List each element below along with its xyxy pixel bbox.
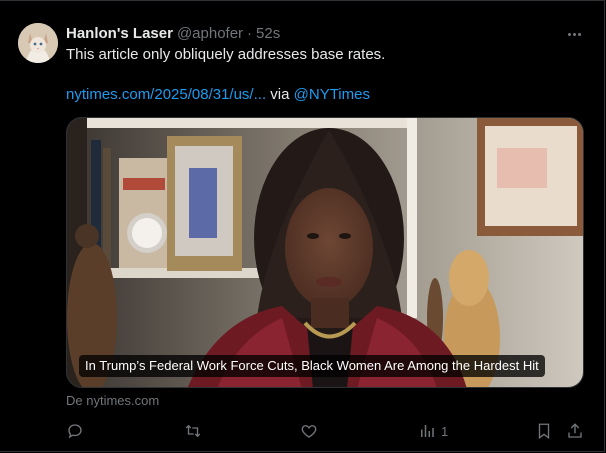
bookmark-icon	[538, 423, 550, 440]
tweet-container[interactable]: Hanlon's Laser @aphofer · 52s This artic…	[0, 0, 605, 452]
author-handle[interactable]: @aphofer	[177, 25, 243, 42]
views-count: 1	[441, 423, 449, 439]
like-button[interactable]	[300, 419, 318, 443]
tweet-link-line: nytimes.com/2025/08/31/us/... via @NYTim…	[66, 85, 370, 105]
action-bar: 1	[0, 419, 606, 445]
views-icon	[421, 425, 434, 437]
tweet-header: Hanlon's Laser @aphofer · 52s	[66, 23, 280, 43]
timestamp[interactable]: 52s	[256, 25, 280, 42]
via-handle-link[interactable]: @NYTimes	[294, 86, 370, 103]
avatar[interactable]	[18, 23, 58, 63]
bookmark-button[interactable]	[535, 419, 553, 443]
card-headline: In Trump’s Federal Work Force Cuts, Blac…	[79, 355, 545, 377]
card-source[interactable]: De nytimes.com	[66, 393, 159, 408]
reply-icon	[68, 424, 82, 439]
via-label: via	[270, 86, 290, 103]
share-button[interactable]	[566, 419, 584, 443]
author-name[interactable]: Hanlon's Laser	[66, 25, 173, 42]
separator-dot: ·	[247, 24, 253, 42]
more-options-icon[interactable]	[560, 25, 588, 43]
retweet-icon	[185, 424, 201, 438]
retweet-button[interactable]	[183, 419, 203, 443]
share-icon	[568, 423, 582, 438]
heart-icon	[301, 425, 317, 438]
tweet-text: This article only obliquely addresses ba…	[66, 46, 386, 63]
views-button[interactable]: 1	[418, 419, 448, 443]
article-photo	[67, 118, 583, 387]
cat-avatar-image	[18, 23, 58, 63]
article-link[interactable]: nytimes.com/2025/08/31/us/...	[66, 86, 266, 103]
reply-button[interactable]	[66, 419, 84, 443]
link-preview-card[interactable]: In Trump’s Federal Work Force Cuts, Blac…	[66, 117, 584, 388]
